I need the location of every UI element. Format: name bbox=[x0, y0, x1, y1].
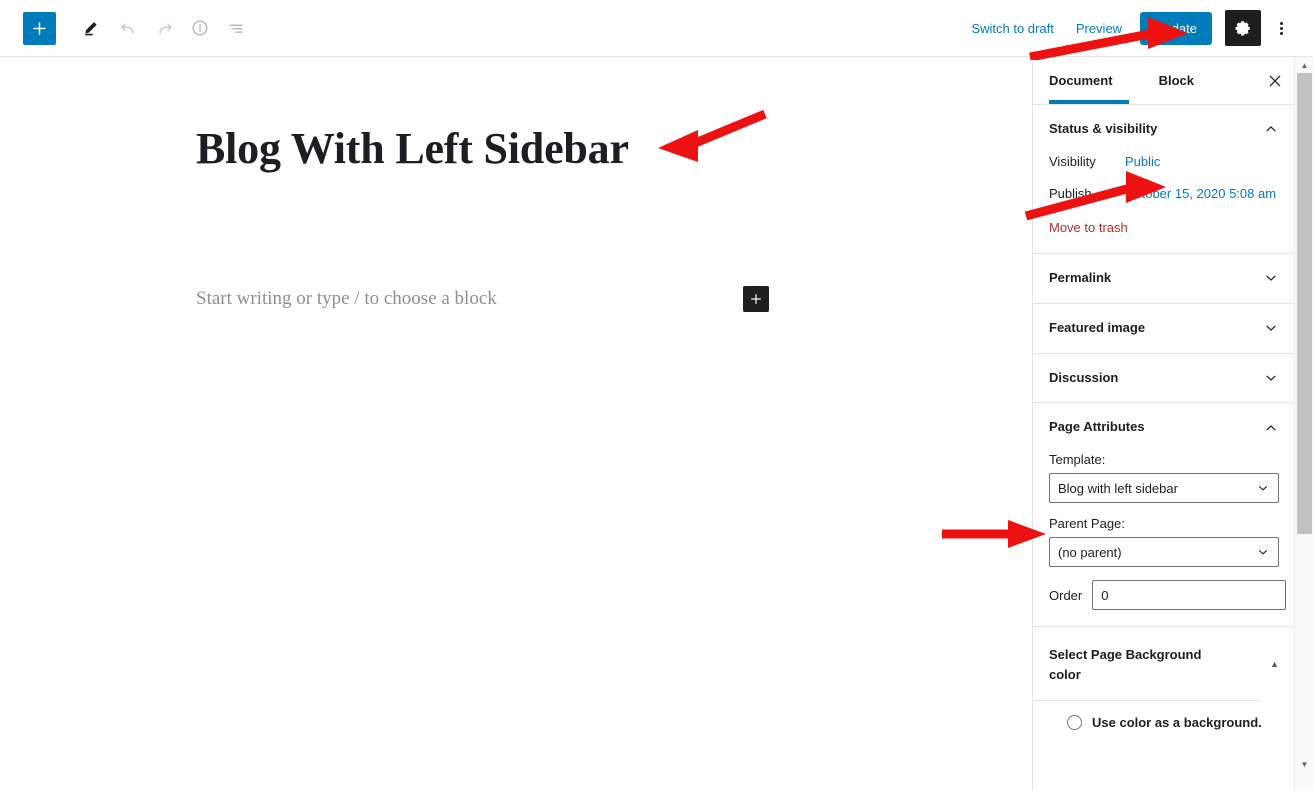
chevron-down-icon bbox=[1266, 275, 1276, 281]
redo-button[interactable] bbox=[146, 10, 182, 46]
parent-page-select-value: (no parent) bbox=[1058, 544, 1122, 560]
publish-row: Publish October 15, 2020 5:08 am bbox=[1049, 186, 1279, 201]
template-select-wrapper: Blog with left sidebar bbox=[1049, 473, 1279, 504]
panel-title: Permalink bbox=[1049, 269, 1112, 285]
panel-discussion-header[interactable]: Discussion bbox=[1033, 354, 1295, 403]
visibility-value-button[interactable]: Public bbox=[1125, 154, 1160, 169]
editor-canvas[interactable]: Blog With Left Sidebar Start writing or … bbox=[0, 57, 1032, 775]
list-view-button[interactable] bbox=[218, 10, 254, 46]
template-select[interactable]: Blog with left sidebar bbox=[1049, 473, 1279, 504]
move-to-trash-button[interactable]: Move to trash bbox=[1049, 220, 1128, 235]
panel-featured-image-header[interactable]: Featured image bbox=[1033, 304, 1295, 353]
panel-page-attributes-body: Template: Blog with left sidebar Parent … bbox=[1033, 452, 1295, 626]
editor-top-toolbar: Switch to draft Preview Update bbox=[0, 0, 1313, 57]
panel-status-visibility: Status & visibility Visibility Public Pu… bbox=[1033, 105, 1295, 254]
undo-icon bbox=[120, 23, 134, 34]
panel-discussion: Discussion bbox=[1033, 354, 1295, 404]
panel-status-visibility-header[interactable]: Status & visibility bbox=[1033, 105, 1295, 154]
inline-block-inserter-button[interactable] bbox=[743, 286, 769, 312]
chevron-up-icon bbox=[1266, 126, 1276, 132]
parent-page-label: Parent Page: bbox=[1049, 516, 1125, 532]
panel-page-background-color: Select Page Background color ▲ Use color… bbox=[1033, 627, 1295, 731]
chevron-down-icon bbox=[1266, 325, 1276, 331]
plus-icon bbox=[33, 21, 46, 35]
panel-title: Status & visibility bbox=[1049, 121, 1158, 136]
update-button[interactable]: Update bbox=[1140, 11, 1212, 45]
plus-icon bbox=[751, 294, 761, 304]
document-settings-sidebar: Document Block Status & visibility Visib… bbox=[1032, 57, 1313, 791]
panel-title: Select Page Background color bbox=[1049, 647, 1202, 682]
parent-page-select[interactable]: (no parent) bbox=[1049, 537, 1279, 568]
post-title-field[interactable]: Blog With Left Sidebar bbox=[196, 123, 629, 174]
switch-to-draft-button[interactable]: Switch to draft bbox=[960, 13, 1064, 44]
panel-title: Page Attributes bbox=[1049, 419, 1145, 435]
edit-pencil-button[interactable] bbox=[74, 10, 110, 46]
order-row: Order bbox=[1049, 580, 1287, 611]
panel-page-attributes: Page Attributes Template: Blog with left… bbox=[1033, 403, 1295, 628]
sidebar-tab-bar: Document Block bbox=[1033, 57, 1295, 105]
template-select-value: Blog with left sidebar bbox=[1058, 480, 1178, 496]
sidebar-scrollbar[interactable]: ▲ ▼ bbox=[1294, 57, 1313, 791]
redo-icon bbox=[158, 23, 172, 34]
kebab-menu-icon bbox=[1279, 20, 1283, 37]
sidebar-content: Document Block Status & visibility Visib… bbox=[1033, 57, 1295, 791]
list-view-icon bbox=[229, 24, 243, 33]
chevron-up-icon bbox=[1266, 425, 1276, 431]
scroll-up-arrow-icon[interactable]: ▲ bbox=[1295, 58, 1313, 72]
radio-button-icon[interactable] bbox=[1067, 715, 1082, 731]
block-inserter-button[interactable] bbox=[23, 11, 56, 45]
panel-status-visibility-body: Visibility Public Publish October 15, 20… bbox=[1033, 154, 1295, 253]
panel-title: Featured image bbox=[1049, 319, 1146, 335]
undo-button[interactable] bbox=[110, 10, 146, 46]
panel-permalink-header[interactable]: Permalink bbox=[1033, 254, 1295, 303]
use-color-as-background-row[interactable]: Use color as a background. bbox=[1033, 701, 1295, 731]
gutenberg-editor-window: Switch to draft Preview Update Blog With… bbox=[0, 0, 1313, 791]
publish-date-button[interactable]: October 15, 2020 5:08 am bbox=[1125, 186, 1276, 201]
panel-page-background-color-header[interactable]: Select Page Background color ▲ bbox=[1033, 627, 1295, 700]
toolbar-right-group: Switch to draft Preview Update bbox=[960, 10, 1313, 46]
settings-gear-button[interactable] bbox=[1225, 10, 1261, 46]
preview-button[interactable]: Preview bbox=[1065, 13, 1133, 44]
order-label: Order bbox=[1049, 587, 1083, 603]
content-info-button[interactable] bbox=[182, 10, 218, 46]
parent-page-select-wrapper: (no parent) bbox=[1049, 537, 1279, 568]
template-label: Template: bbox=[1049, 452, 1106, 468]
chevron-down-icon bbox=[1266, 375, 1276, 381]
close-icon bbox=[1269, 75, 1281, 87]
gear-icon bbox=[1235, 21, 1250, 36]
panel-permalink: Permalink bbox=[1033, 254, 1295, 304]
use-color-as-background-label: Use color as a background. bbox=[1092, 715, 1262, 731]
tab-document[interactable]: Document bbox=[1049, 57, 1129, 104]
close-sidebar-button[interactable] bbox=[1259, 65, 1291, 97]
info-icon bbox=[192, 20, 208, 36]
panel-title: Discussion bbox=[1049, 369, 1119, 385]
block-placeholder-text[interactable]: Start writing or type / to choose a bloc… bbox=[196, 288, 497, 310]
visibility-label: Visibility bbox=[1049, 153, 1096, 169]
pencil-icon bbox=[85, 22, 97, 36]
toolbar-left-group bbox=[0, 10, 254, 46]
publish-label: Publish bbox=[1049, 185, 1092, 201]
sidebar-scrollbar-thumb[interactable] bbox=[1297, 73, 1312, 534]
panel-page-attributes-header[interactable]: Page Attributes bbox=[1033, 403, 1295, 452]
more-options-button[interactable] bbox=[1263, 10, 1299, 46]
scroll-down-arrow-icon[interactable]: ▼ bbox=[1295, 757, 1313, 771]
visibility-row: Visibility Public bbox=[1049, 154, 1279, 169]
order-input[interactable] bbox=[1092, 580, 1287, 611]
triangle-up-icon: ▲ bbox=[1270, 659, 1279, 670]
panel-featured-image: Featured image bbox=[1033, 304, 1295, 354]
tab-block[interactable]: Block bbox=[1143, 57, 1210, 104]
